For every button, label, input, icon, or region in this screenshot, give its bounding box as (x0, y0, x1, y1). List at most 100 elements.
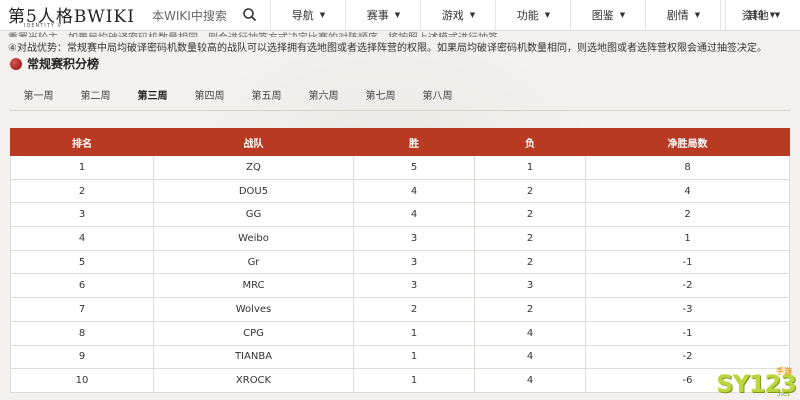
nav-menu-label: 赛事 (366, 9, 389, 22)
table-row: 10 XROCK 1 4 -6 (10, 368, 790, 393)
table-cell: 4 (353, 202, 475, 228)
watermark-sub: .net (776, 390, 790, 398)
week-tab[interactable]: 第三周 (124, 86, 181, 110)
search-button[interactable] (240, 5, 260, 25)
table-cell: 2 (474, 226, 586, 251)
table-cell: CPG (153, 320, 354, 346)
table-cell: 4 (474, 320, 586, 346)
table-cell: 4 (353, 178, 475, 204)
site-logo[interactable]: 第5人格BWIKI IDENTITY V (8, 2, 134, 32)
table-cell: -1 (585, 320, 790, 346)
table-cell: 1 (353, 344, 475, 370)
chevron-down-icon: ▼ (774, 11, 781, 19)
table-cell: 1 (353, 320, 475, 346)
nav-menu-item[interactable]: 剧情 ▼ (645, 0, 721, 30)
table-cell: 2 (474, 178, 586, 204)
table-cell: 1 (10, 155, 154, 180)
table-cell: 5 (10, 249, 154, 275)
table-cell: 2 (353, 297, 475, 322)
table-cell: DOU5 (153, 178, 354, 204)
nav-menu-label: 功能 (516, 9, 539, 22)
table-cell: 2 (474, 249, 586, 275)
table-cell: Gr (153, 249, 354, 275)
table-cell: 4 (474, 344, 586, 370)
table-cell: 10 (10, 368, 154, 393)
table-cell: ZQ (153, 155, 354, 180)
search-input[interactable]: 本WIKI中搜索 (152, 7, 227, 24)
table-cell: 2 (585, 202, 790, 228)
table-cell: -1 (585, 249, 790, 275)
table-cell: -3 (585, 297, 790, 322)
column-header: 排名 (10, 128, 154, 156)
table-row: 4 Weibo 3 2 1 (10, 226, 790, 251)
table-cell: 4 (474, 368, 586, 393)
table-cell: 9 (10, 344, 154, 370)
section-title: 常规赛积分榜 (27, 57, 100, 71)
standings-table: 排名 战队胜负净胜局数 1 ZQ 5 1 8 2 DOU5 4 2 4 3 GG 4 2 2 4 Weibo 3 2 1… (10, 128, 790, 393)
table-row: 1 ZQ 5 1 8 (10, 155, 790, 180)
table-cell: Weibo (153, 226, 354, 251)
table-cell: 6 (10, 273, 154, 299)
top-navbar: 第5人格BWIKI IDENTITY V 本WIKI中搜索 导航 ▼ 赛事 ▼ 游戏 ▼ 功… (0, 0, 800, 31)
section-heading: 常规赛积分榜 (10, 55, 99, 72)
table-cell: XROCK (153, 368, 354, 393)
chevron-down-icon: ▼ (619, 11, 626, 19)
chevron-down-icon: ▼ (544, 11, 551, 19)
nav-menu-item[interactable]: 赛事 ▼ (345, 0, 421, 30)
chevron-down-icon: ▼ (394, 11, 401, 19)
column-header: 负 (474, 128, 586, 156)
table-cell: 3 (353, 273, 475, 299)
table-cell: 8 (585, 155, 790, 180)
table-cell: 3 (353, 226, 475, 251)
watermark-logo: SY123 手游 .net (716, 367, 797, 398)
table-cell: 4 (585, 178, 790, 204)
table-cell: 2 (474, 202, 586, 228)
table-row: 6 MRC 3 3 -2 (10, 273, 790, 299)
table-cell: 2 (474, 297, 586, 322)
table-cell: 3 (10, 202, 154, 228)
nav-menu-item[interactable]: 导航 ▼ (270, 0, 346, 30)
chevron-down-icon: ▼ (319, 11, 326, 19)
table-row: 2 DOU5 4 2 4 (10, 178, 790, 204)
table-header-row: 排名 战队胜负净胜局数 (10, 128, 790, 156)
table-cell: 5 (353, 155, 475, 180)
table-cell: -2 (585, 344, 790, 370)
week-tab[interactable]: 第二周 (67, 86, 124, 110)
week-tab[interactable]: 第六周 (295, 86, 352, 110)
table-row: 9 TIANBA 1 4 -2 (10, 344, 790, 370)
table-cell: 4 (10, 226, 154, 251)
table-cell: 7 (10, 297, 154, 322)
nav-menu-item[interactable]: 游戏 ▼ (420, 0, 496, 30)
week-tab[interactable]: 第五周 (238, 86, 295, 110)
table-cell: Wolves (153, 297, 354, 322)
pin-icon (10, 57, 22, 70)
chevron-down-icon: ▼ (469, 11, 476, 19)
table-row: 3 GG 4 2 2 (10, 202, 790, 228)
table-cell: 1 (353, 368, 475, 393)
table-row: 7 Wolves 2 2 -3 (10, 297, 790, 322)
week-tab[interactable]: 第一周 (10, 86, 67, 110)
nav-menu-item[interactable]: 功能 ▼ (495, 0, 571, 30)
week-tab[interactable]: 第七周 (352, 86, 409, 110)
intro-text-line2: ④对战优势：常规赛中局均破译密码机数量较高的战队可以选择拥有选地图或者选择阵营的… (8, 43, 767, 54)
column-header: 胜 (353, 128, 475, 156)
table-row: 5 Gr 3 2 -1 (10, 249, 790, 275)
nav-menu-label: 导航 (291, 9, 314, 22)
table-cell: 1 (474, 155, 586, 180)
nav-menu-item[interactable]: 图鉴 ▼ (570, 0, 646, 30)
nav-menu-item[interactable]: 其他 ▼ (725, 0, 800, 30)
table-cell: 8 (10, 320, 154, 346)
table-row: 8 CPG 1 4 -1 (10, 320, 790, 346)
table-cell: -2 (585, 273, 790, 299)
nav-menu-label: 剧情 (666, 9, 689, 22)
search-icon (243, 8, 257, 22)
chevron-down-icon: ▼ (694, 11, 701, 19)
table-cell: TIANBA (153, 344, 354, 370)
week-tab[interactable]: 第八周 (409, 86, 466, 110)
table-cell: 3 (474, 273, 586, 299)
nav-menu-label: 游戏 (441, 9, 464, 22)
week-tab[interactable]: 第四周 (181, 86, 238, 110)
column-header: 战队 (153, 128, 354, 156)
watermark-badge: 手游 (776, 367, 792, 376)
column-header: 净胜局数 (585, 128, 790, 156)
